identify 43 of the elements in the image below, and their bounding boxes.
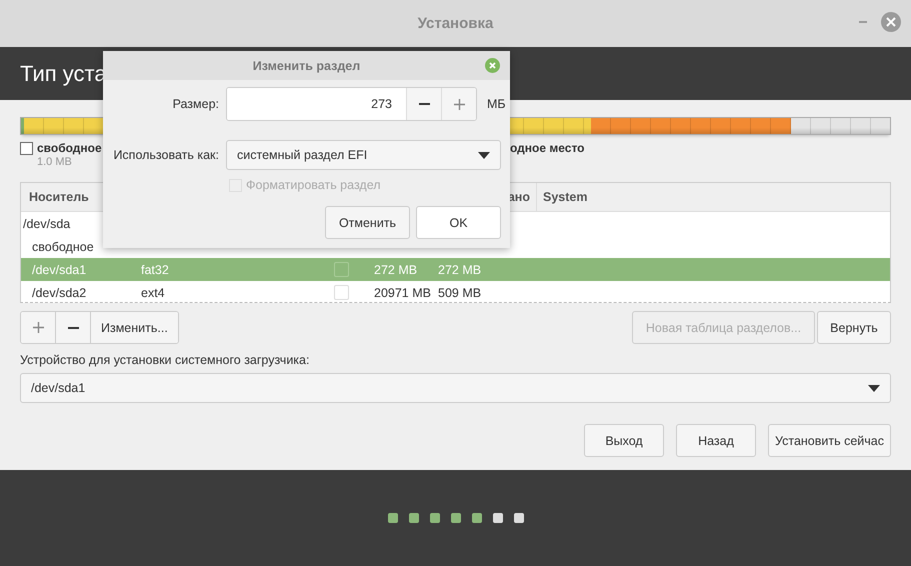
revert-button[interactable]: Вернуть (817, 311, 891, 344)
table-cell-text: 272 MB (438, 262, 482, 276)
table-cell-text: fat32 (141, 262, 170, 276)
dropdown-arrow-icon (478, 152, 490, 158)
legend-label: свободное (37, 141, 102, 155)
dropdown-arrow-icon (868, 384, 880, 392)
cancel-button[interactable]: Отменить (325, 206, 410, 239)
plus-icon (32, 322, 44, 333)
plus-icon (454, 98, 464, 110)
window-title: Установка (418, 15, 494, 32)
install-button[interactable]: Установить сейчас (768, 424, 891, 457)
size-spinbox[interactable]: 273 (226, 87, 477, 121)
table-cell-text: /dev/sda2 (32, 286, 88, 300)
table-cell-text: /dev/sda1 (32, 262, 88, 276)
table-cell-text: ext4 (141, 286, 166, 300)
bootloader-label: Устройство для установки системного загрузчика: (20, 353, 310, 367)
quit-button[interactable]: Выход (584, 424, 664, 457)
dialog-title: Изменить раздел (252, 58, 360, 72)
unit-label: МБ (487, 97, 506, 111)
minimize-icon[interactable] (859, 21, 867, 23)
table-cell-text: 509 MB (438, 286, 482, 300)
close-icon[interactable] (881, 12, 901, 32)
format-label: Форматировать раздел (246, 178, 381, 192)
ok-button[interactable]: OK (416, 206, 501, 239)
minus-icon (418, 103, 430, 105)
close-icon[interactable] (485, 58, 500, 73)
use-as-label: Использовать как: (112, 148, 219, 162)
use-as-dropdown[interactable]: системный раздел EFI (226, 140, 501, 170)
back-button[interactable]: Назад (676, 424, 756, 457)
minus-icon (68, 326, 78, 328)
partition-row[interactable]: /dev/sda2 ext4 20971 MB 509 MB (21, 281, 890, 304)
legend-label: одное место (510, 141, 584, 157)
bootloader-dropdown[interactable]: /dev/sda1 (20, 373, 891, 403)
increment-button[interactable] (441, 88, 476, 120)
format-checkbox[interactable] (334, 262, 349, 277)
legend-size: 1.0 MB (37, 156, 72, 168)
size-label: Размер: (172, 97, 219, 111)
table-cell-text: 272 MB (374, 262, 418, 276)
table-cell-text: 20971 MB (374, 286, 432, 300)
format-checkbox[interactable] (334, 285, 349, 300)
decrement-button[interactable] (406, 88, 441, 120)
column-header[interactable]: Носитель (29, 190, 89, 204)
column-header[interactable]: System (543, 190, 588, 204)
